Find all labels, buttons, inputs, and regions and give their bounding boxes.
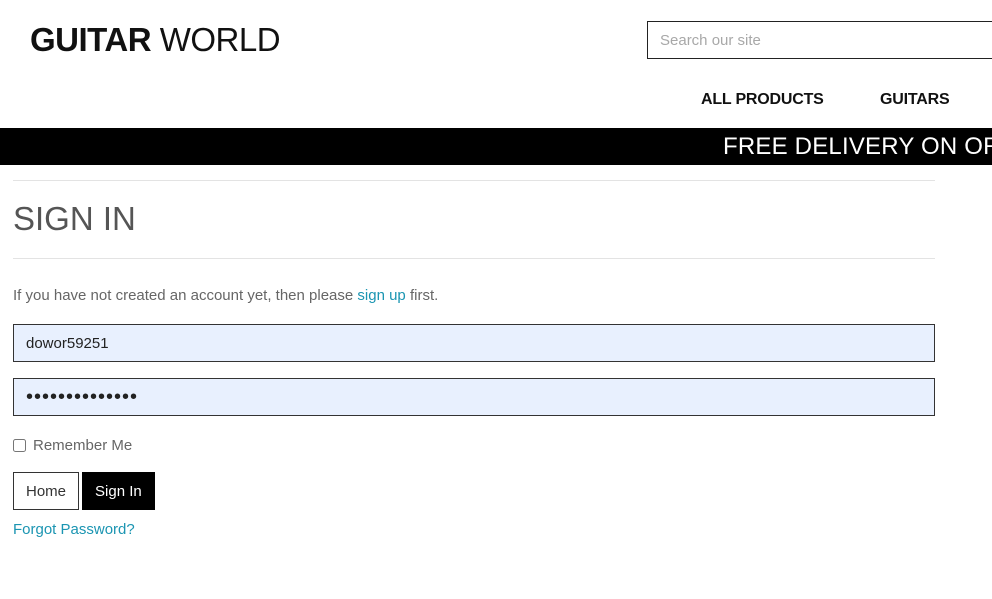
forgot-password-link[interactable]: Forgot Password? [13,521,135,538]
divider [13,180,935,181]
signup-prompt: If you have not created an account yet, … [13,287,935,305]
nav-all-products[interactable]: ALL PRODUCTS [701,91,824,109]
search-input[interactable] [647,21,992,59]
site-logo[interactable]: GUITAR WORLD [30,21,281,59]
sign-up-link[interactable]: sign up [357,287,405,304]
form-actions: Home Sign In [13,472,935,510]
signin-section: SIGN IN If you have not created an accou… [13,165,935,539]
logo-bold-text: GUITAR [30,21,152,58]
divider [13,258,935,259]
promo-banner: FREE DELIVERY ON ORD [0,128,992,165]
remember-me-checkbox[interactable] [13,438,26,452]
password-field[interactable] [13,378,935,416]
remember-me-label: Remember Me [33,436,133,454]
site-header: GUITAR WORLD ALL PRODUCTS GUITARS [0,0,992,128]
remember-me-row[interactable]: Remember Me [13,436,935,454]
promo-banner-text: FREE DELIVERY ON ORD [723,133,992,160]
page-title: SIGN IN [13,200,136,237]
signup-prompt-suffix: first. [405,287,439,304]
home-button[interactable]: Home [13,472,80,510]
signup-prompt-text: If you have not created an account yet, … [13,287,358,304]
nav-guitars[interactable]: GUITARS [880,91,950,109]
username-field[interactable] [13,324,935,362]
sign-in-button[interactable]: Sign In [82,472,155,510]
logo-light-text: WORLD [151,21,281,58]
